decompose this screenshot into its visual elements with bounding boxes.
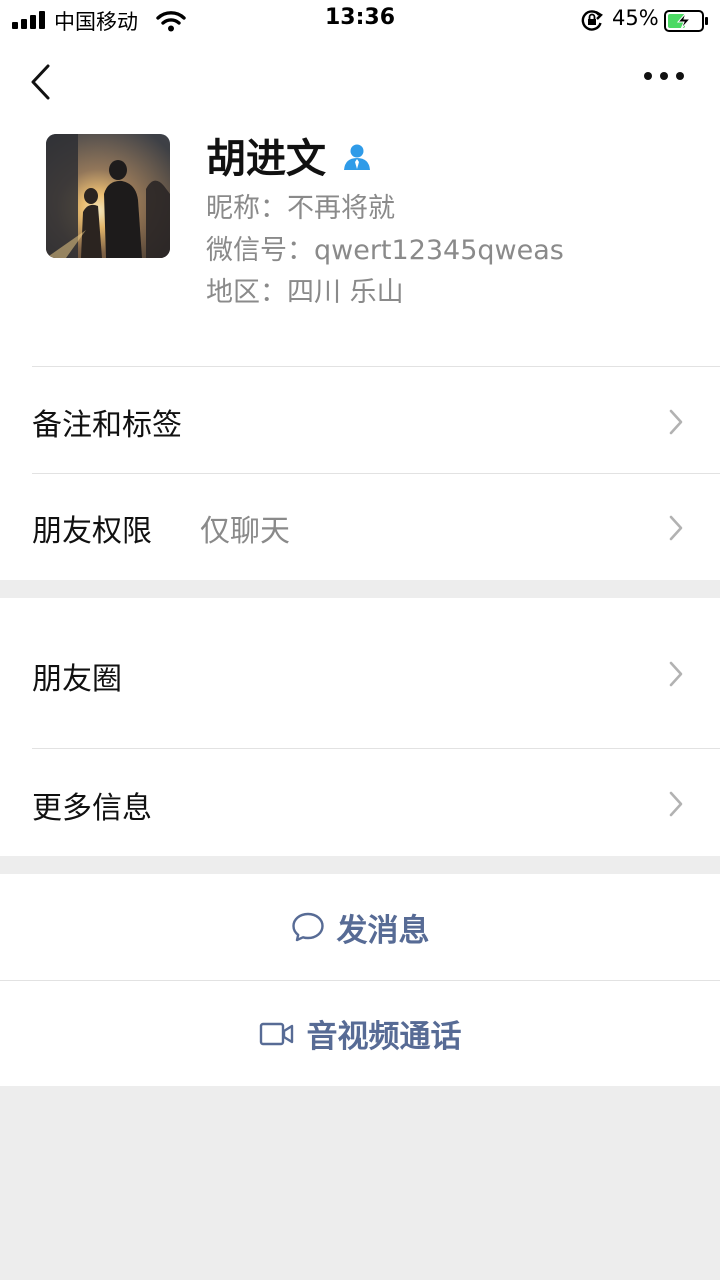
nickname-text: 昵称：不再将就 [206, 193, 395, 224]
battery-icon [664, 10, 708, 32]
moments-label: 朋友圈 [32, 662, 122, 697]
remark-tags-row[interactable]: 备注和标签 [0, 368, 720, 474]
more-info-row[interactable]: 更多信息 [0, 749, 720, 856]
chevron-right-icon [669, 661, 683, 687]
video-camera-icon [259, 1022, 293, 1045]
profile-card: 胡进文 昵称：不再将就 微信号：qwert12345qweas 地区：四川 乐山 [0, 120, 720, 368]
send-message-label: 发消息 [336, 912, 430, 949]
person-badge-icon [344, 144, 370, 170]
back-button[interactable] [26, 62, 54, 102]
status-bar: 中国移动 13:36 45% [0, 0, 720, 40]
friend-permission-row[interactable]: 朋友权限 仅聊天 [0, 474, 720, 580]
action-group: 发消息 音视频通话 [0, 874, 720, 1086]
more-button[interactable] [642, 70, 686, 82]
name-row: 胡进文 [206, 126, 372, 184]
chat-bubble-icon [291, 912, 324, 942]
settings-group-1: 备注和标签 朋友权限 仅聊天 [0, 368, 720, 580]
contact-name: 胡进文 [206, 136, 326, 182]
chevron-right-icon [669, 515, 683, 541]
divider [32, 366, 720, 367]
remark-tags-label: 备注和标签 [32, 408, 182, 443]
moments-row[interactable]: 朋友圈 [0, 598, 720, 748]
video-call-label: 音视频通话 [306, 1019, 462, 1055]
region-text: 地区：四川 乐山 [206, 277, 404, 308]
orientation-lock-icon [581, 10, 603, 31]
nav-bar [0, 40, 720, 120]
wechat-id-text: 微信号：qwert12345qweas [206, 235, 564, 266]
chevron-right-icon [669, 791, 683, 817]
video-call-button[interactable]: 音视频通话 [0, 981, 720, 1086]
battery-percent: 45% [612, 6, 659, 30]
friend-permission-label: 朋友权限 [32, 514, 152, 549]
send-message-button[interactable]: 发消息 [0, 874, 720, 980]
more-info-label: 更多信息 [32, 791, 152, 826]
settings-group-2: 朋友圈 更多信息 [0, 598, 720, 856]
chevron-right-icon [669, 409, 683, 435]
friend-permission-value: 仅聊天 [200, 514, 290, 549]
avatar[interactable] [46, 134, 170, 258]
